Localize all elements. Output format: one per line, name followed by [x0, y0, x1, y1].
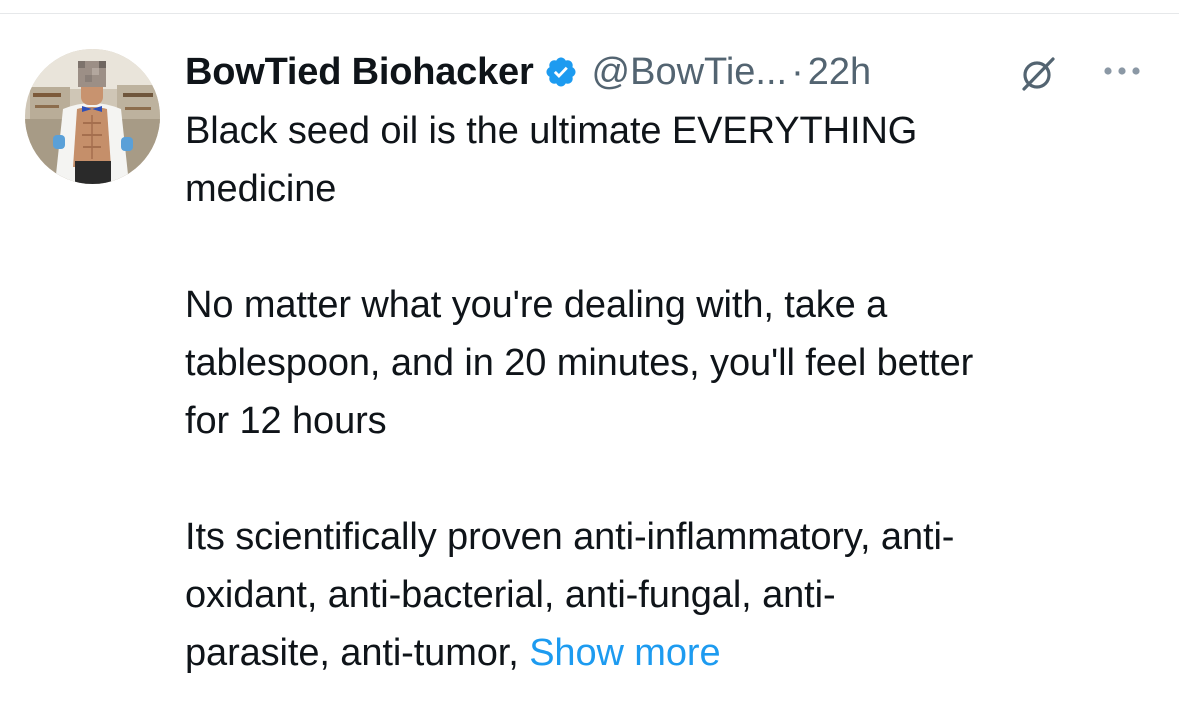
tweet-line: medicine — [185, 168, 337, 210]
tweet-line: Black seed oil is the ultimate EVERYTHIN… — [185, 110, 918, 152]
tweet-paragraph-2: No matter what you're dealing with, take… — [185, 276, 1155, 450]
tweet-line: parasite, anti-tumor, — [185, 632, 530, 674]
tweet-paragraph-3: Its scientifically proven anti-inflammat… — [185, 508, 1155, 682]
tweet-header: BowTied Biohacker @BowTie... · 22h — [185, 44, 1155, 100]
tweet-line: Its scientifically proven anti-inflammat… — [185, 516, 955, 558]
author-handle[interactable]: @BowTie... — [592, 51, 788, 94]
show-more-link[interactable]: Show more — [529, 632, 720, 674]
tweet-line: tablespoon, and in 20 minutes, you'll fe… — [185, 342, 974, 384]
profile-photo-icon — [25, 49, 160, 184]
author-display-name[interactable]: BowTied Biohacker — [185, 51, 534, 94]
tweet-text: Black seed oil is the ultimate EVERYTHIN… — [185, 102, 1155, 682]
grok-icon[interactable] — [1018, 54, 1058, 94]
meta-separator: · — [791, 50, 804, 93]
verified-badge-icon[interactable] — [544, 55, 578, 89]
tweet-line: No matter what you're dealing with, take… — [185, 284, 888, 326]
timestamp[interactable]: 22h — [808, 51, 871, 94]
tweet-line: oxidant, anti-bacterial, anti-fungal, an… — [185, 574, 836, 616]
avatar[interactable] — [25, 49, 160, 184]
tweet-line: for 12 hours — [185, 400, 387, 442]
tweet[interactable]: BowTied Biohacker @BowTie... · 22h Black… — [0, 0, 1179, 704]
tweet-paragraph-1: Black seed oil is the ultimate EVERYTHIN… — [185, 102, 1155, 218]
more-options-icon[interactable] — [1100, 59, 1144, 83]
